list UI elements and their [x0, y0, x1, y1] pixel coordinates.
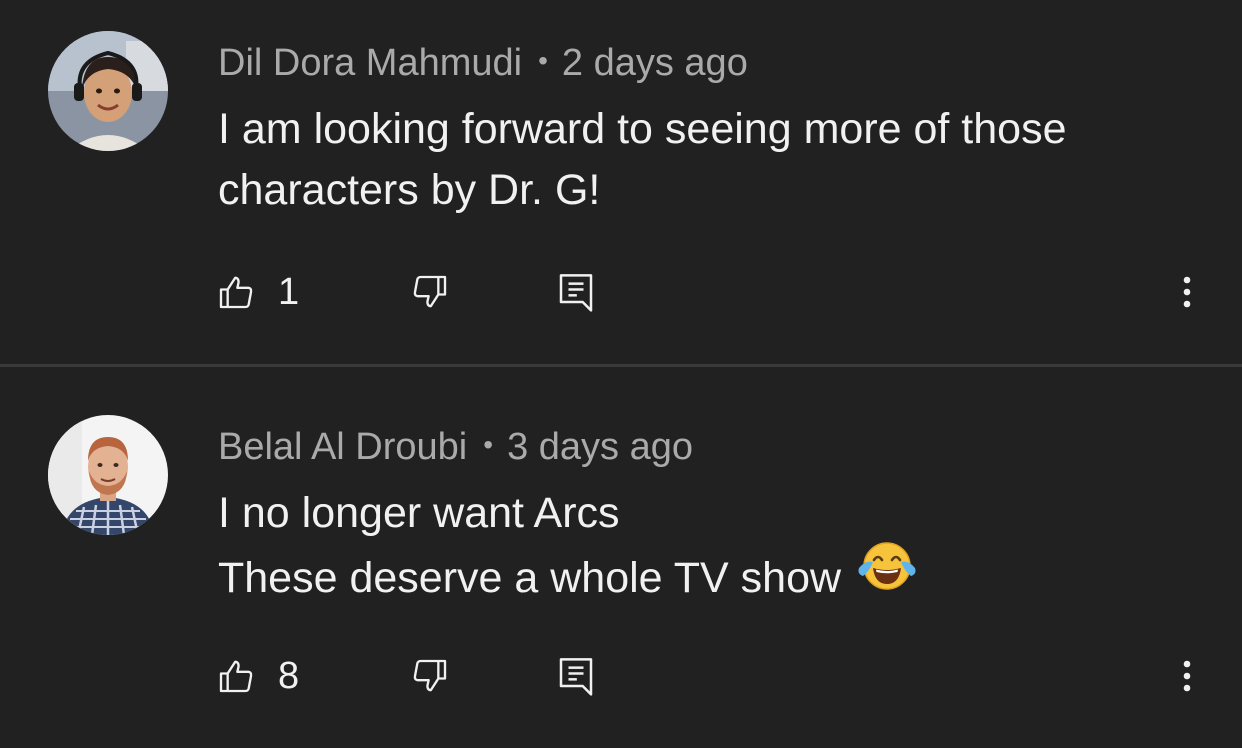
comment-item: Belal Al Droubi • 3 days ago I no longer w… [0, 367, 1242, 748]
meta-separator: • [483, 429, 494, 460]
comment-actions: 8 [0, 646, 1242, 706]
avatar[interactable] [48, 415, 168, 535]
author-name[interactable]: Belal Al Droubi [218, 426, 467, 468]
dislike-button[interactable] [410, 262, 450, 322]
thumbs-down-icon [413, 659, 447, 692]
comment-text-line: characters by Dr. G! [218, 166, 601, 214]
man-with-beard-avatar-icon [48, 415, 168, 535]
comment-text-line: I no longer want Arcs [218, 489, 620, 537]
avatar[interactable] [48, 31, 168, 151]
like-count: 1 [278, 270, 300, 313]
reply-comment-icon [559, 274, 593, 312]
comment-text: I no longer want Arcs These deserve a wh… [218, 483, 1208, 617]
reply-button[interactable] [556, 646, 596, 706]
comment-text-line: These deserve a whole TV show [218, 542, 1208, 617]
thumbs-down-icon [413, 275, 447, 308]
comment-meta: Dil Dora Mahmudi • 2 days ago [218, 44, 748, 82]
reply-comment-icon [559, 658, 593, 696]
comment-meta: Belal Al Droubi • 3 days ago [218, 428, 693, 466]
comment-timestamp[interactable]: 2 days ago [562, 42, 748, 84]
like-count: 8 [278, 654, 300, 697]
comment-timestamp[interactable]: 3 days ago [507, 426, 693, 468]
comment-text: I am looking forward to seeing more of t… [218, 99, 1208, 221]
comment-item: Dil Dora Mahmudi • 2 days ago I am looking… [0, 0, 1242, 364]
reply-button[interactable] [556, 262, 596, 322]
more-options-button[interactable] [1172, 262, 1202, 322]
like-button[interactable]: 1 [216, 262, 299, 322]
comment-text-line-content: These deserve a whole TV show [218, 553, 842, 602]
more-vertical-icon [1183, 660, 1191, 692]
like-button[interactable]: 8 [216, 646, 299, 706]
comment-text-line: I am looking forward to seeing more of t… [218, 105, 1067, 153]
face-with-tears-of-joy-icon [857, 538, 917, 611]
dislike-button[interactable] [410, 646, 450, 706]
author-name[interactable]: Dil Dora Mahmudi [218, 42, 522, 84]
woman-with-headset-avatar-icon [48, 31, 168, 151]
thumbs-up-icon [219, 276, 253, 309]
meta-separator: • [538, 45, 548, 76]
thumbs-up-icon [219, 660, 253, 693]
more-vertical-icon [1183, 276, 1191, 308]
comment-actions: 1 [0, 262, 1242, 322]
more-options-button[interactable] [1172, 646, 1202, 706]
